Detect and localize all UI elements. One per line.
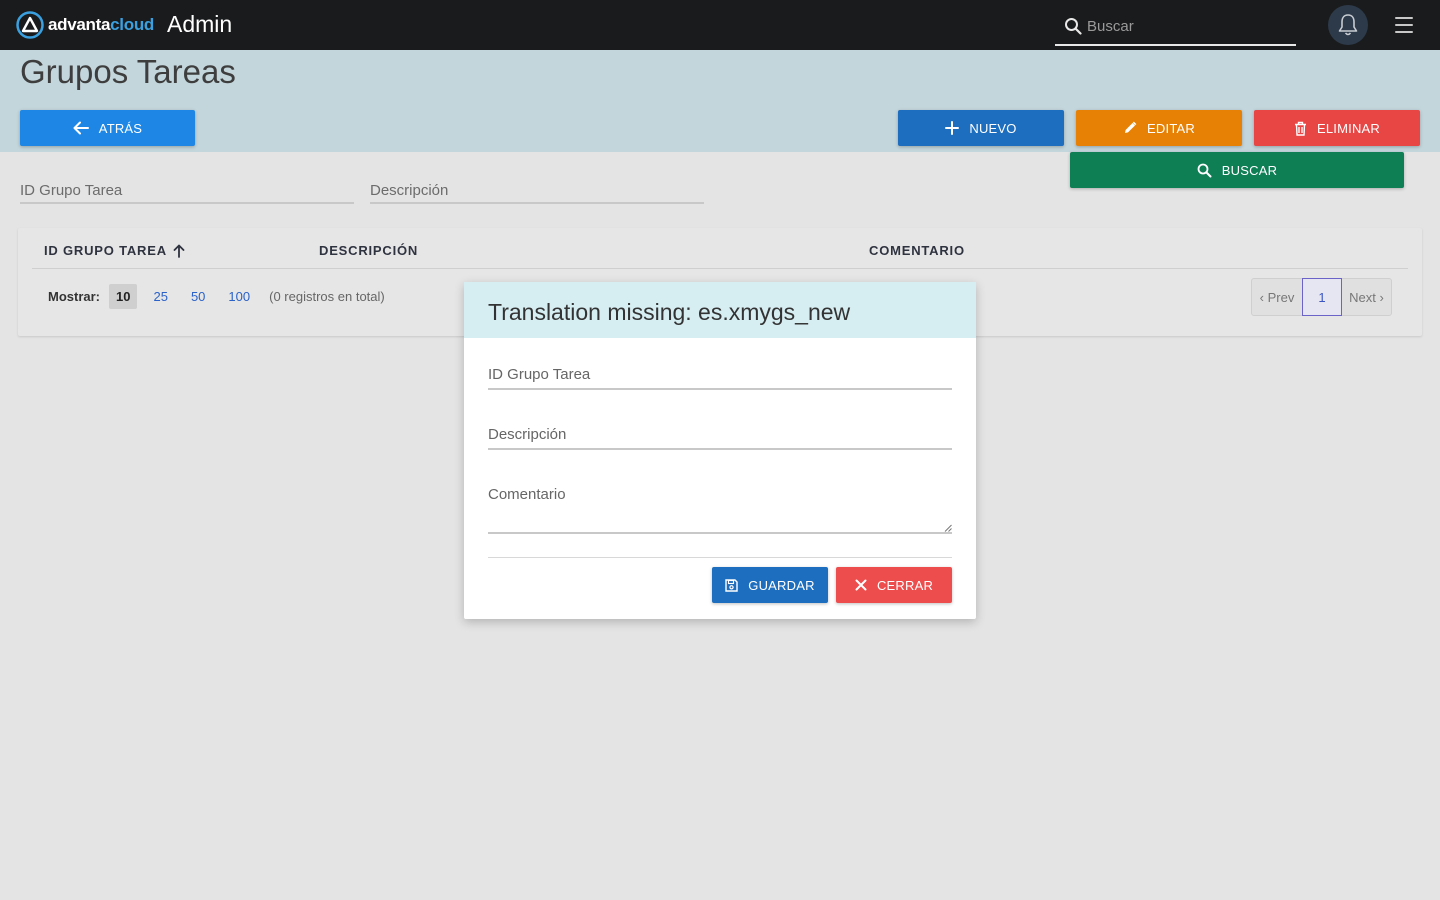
bell-icon [1338, 14, 1358, 36]
modal-footer-divider [488, 557, 952, 558]
new-button[interactable]: NUEVO [898, 110, 1064, 146]
edit-button[interactable]: EDITAR [1076, 110, 1242, 146]
pagination-prev[interactable]: ‹ Prev [1252, 279, 1302, 315]
filter-description-field [370, 178, 704, 204]
back-button[interactable]: ATRÁS [20, 110, 195, 146]
modal-comment-field [488, 486, 952, 534]
table-header-divider [32, 268, 1408, 269]
plus-icon [945, 121, 960, 135]
brand-logo[interactable]: advantacloud [16, 11, 154, 39]
search-button[interactable]: BUSCAR [1070, 152, 1404, 188]
hamburger-menu-icon[interactable] [1395, 17, 1413, 33]
close-button[interactable]: CERRAR [836, 567, 952, 603]
modal-description-field [488, 426, 952, 450]
filter-id-field [20, 178, 354, 204]
arrow-left-icon [73, 121, 89, 135]
floppy-disk-icon [725, 578, 738, 592]
pagination: ‹ Prev 1 Next › [1251, 278, 1392, 316]
app-title: Admin [167, 11, 233, 37]
save-button-label: GUARDAR [748, 577, 815, 593]
search-icon [1197, 163, 1212, 177]
close-icon [855, 579, 867, 591]
page-size-selector: Mostrar: 10 25 50 100 (0 registros en to… [48, 282, 385, 310]
edit-button-label: EDITAR [1147, 120, 1195, 136]
trash-icon [1294, 121, 1306, 136]
column-header-description[interactable]: DESCRIPCIÓN [319, 243, 418, 258]
delete-button[interactable]: ELIMINAR [1254, 110, 1420, 146]
close-button-label: CERRAR [876, 577, 934, 593]
top-navbar: advantacloud Admin [0, 0, 1440, 50]
sort-ascending-icon [173, 244, 185, 258]
page-size-50[interactable]: 50 [184, 284, 212, 309]
global-search [1055, 8, 1296, 46]
global-search-input[interactable] [1087, 14, 1287, 38]
save-button[interactable]: GUARDAR [712, 567, 828, 603]
modal-id-field [488, 366, 952, 390]
new-record-modal: Translation missing: es.xmygs_new GUARDA… [464, 282, 976, 619]
new-button-label: NUEVO [969, 120, 1017, 136]
page-size-25[interactable]: 25 [146, 284, 174, 309]
modal-title: Translation missing: es.xmygs_new [464, 282, 976, 338]
modal-id-input[interactable] [488, 366, 952, 383]
advanta-logo-icon [16, 11, 44, 39]
filter-id-input[interactable] [20, 178, 354, 202]
search-icon [1065, 18, 1082, 35]
page-size-10[interactable]: 10 [109, 283, 138, 309]
back-button-label: ATRÁS [98, 120, 143, 136]
modal-comment-textarea[interactable] [488, 486, 952, 520]
page-size-100[interactable]: 100 [221, 284, 257, 309]
modal-description-input[interactable] [488, 426, 952, 443]
column-header-id[interactable]: ID GRUPO TAREA [44, 243, 185, 258]
delete-button-label: ELIMINAR [1316, 120, 1380, 136]
total-records: (0 registros en total) [269, 288, 385, 304]
notifications-button[interactable] [1328, 5, 1368, 45]
column-header-comment[interactable]: COMENTARIO [869, 243, 965, 258]
show-label: Mostrar: [48, 288, 101, 304]
page-title: Grupos Tareas [20, 53, 236, 90]
filter-description-input[interactable] [370, 178, 704, 202]
resize-handle-icon[interactable] [944, 524, 952, 532]
pagination-page-1[interactable]: 1 [1302, 278, 1342, 316]
pencil-icon [1125, 121, 1137, 133]
brand-name: advantacloud [48, 15, 154, 34]
pagination-next[interactable]: Next › [1342, 279, 1391, 315]
search-button-label: BUSCAR [1221, 162, 1278, 178]
